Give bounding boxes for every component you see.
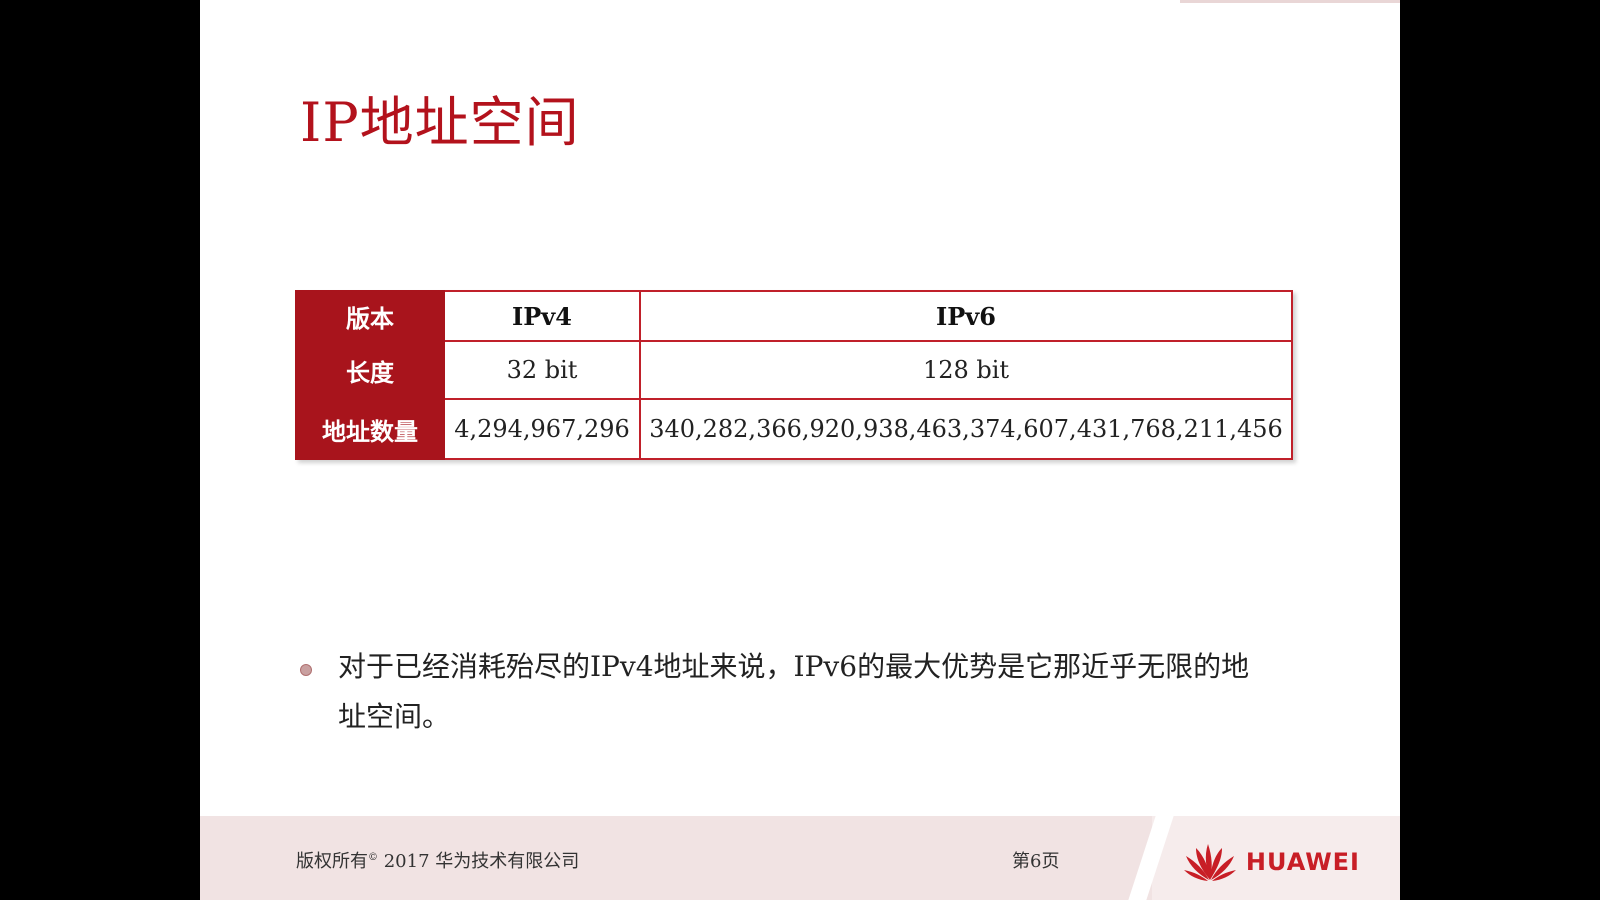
ipv4-address-count-cell: 4,294,967,296 <box>443 398 641 460</box>
row-header-length: 长度 <box>295 340 445 400</box>
bullet-text-line2: 址空间。 <box>338 700 451 733</box>
copyright-symbol: © <box>368 852 378 863</box>
ipv6-address-count-cell: 340,282,366,920,938,463,374,607,431,768,… <box>639 398 1293 460</box>
copyright-text: 版权所有© 2017 华为技术有限公司 <box>296 847 579 873</box>
huawei-logo: HUAWEI <box>1182 842 1360 882</box>
slide-title: IP地址空间 <box>300 91 580 154</box>
ip-comparison-table: 版本 IPv4 IPv6 长度 32 bit 128 bit 地址数量 4,29… <box>295 290 1293 460</box>
huawei-brand-text: HUAWEI <box>1245 848 1360 876</box>
bullet-text-line1: 对于已经消耗殆尽的IPv4地址来说，IPv6的最大优势是它那近乎无限的地 <box>338 650 1250 683</box>
top-accent-line <box>1180 0 1400 3</box>
footer: 版权所有© 2017 华为技术有限公司 第6页 HUAWEI <box>200 816 1400 900</box>
bullet-point: 对于已经消耗殆尽的IPv4地址来说，IPv6的最大优势是它那近乎无限的地 址空间… <box>300 642 1300 742</box>
ipv4-length-cell: 32 bit <box>443 340 641 400</box>
copyright-prefix: 版权所有 <box>296 851 368 872</box>
table-row: 长度 32 bit 128 bit <box>295 340 1293 400</box>
slide: IP地址空间 版本 IPv4 IPv6 长度 32 bit 128 bit 地址… <box>200 0 1400 900</box>
ipv6-length-cell: 128 bit <box>639 340 1293 400</box>
huawei-petal-icon <box>1183 844 1236 881</box>
table-row: 地址数量 4,294,967,296 340,282,366,920,938,4… <box>295 398 1293 460</box>
bullet-icon <box>300 664 312 676</box>
row-header-address-count: 地址数量 <box>295 398 445 460</box>
table-row: 版本 IPv4 IPv6 <box>295 290 1293 342</box>
row-header-version: 版本 <box>295 290 445 342</box>
page-number: 第6页 <box>1012 851 1060 872</box>
ipv6-version-cell: IPv6 <box>639 290 1293 342</box>
copyright-suffix: 2017 华为技术有限公司 <box>378 851 580 872</box>
ipv4-version-cell: IPv4 <box>443 290 641 342</box>
